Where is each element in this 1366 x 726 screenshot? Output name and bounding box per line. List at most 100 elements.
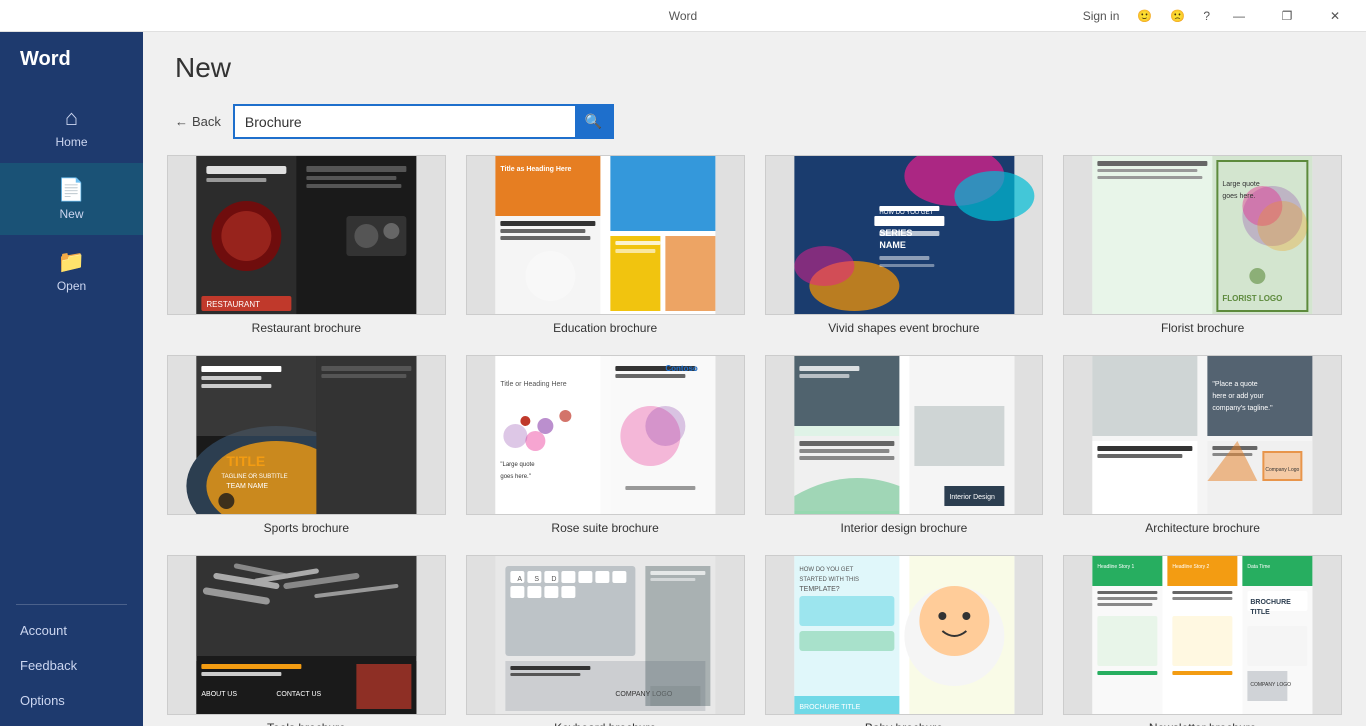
sign-in-button[interactable]: Sign in: [1077, 7, 1126, 25]
restore-button[interactable]: ❐: [1264, 0, 1310, 32]
sidebar-item-new[interactable]: 📄 New: [0, 163, 143, 235]
search-icon: 🔍: [585, 113, 602, 130]
search-row: ← Back 🔍: [143, 96, 1366, 155]
sidebar-bottom: Account Feedback Options: [0, 613, 143, 726]
template-name-keyboard: Keyboard brochure: [466, 721, 745, 726]
template-thumb-rose: Title or Heading Here "Large quote goes …: [466, 355, 745, 515]
svg-text:RESTAURANT: RESTAURANT: [206, 300, 260, 309]
template-thumb-florist: Large quote goes here. FLORIST LOGO: [1063, 155, 1342, 315]
svg-text:Interior Design: Interior Design: [949, 494, 995, 501]
svg-text:D: D: [551, 576, 556, 583]
template-baby[interactable]: HOW DO YOU GET STARTED WITH THIS TEMPLAT…: [765, 555, 1044, 726]
svg-text:FLORIST LOGO: FLORIST LOGO: [1223, 294, 1283, 303]
template-rose[interactable]: Title or Heading Here "Large quote goes …: [466, 355, 745, 535]
template-florist[interactable]: Large quote goes here. FLORIST LOGO Flor…: [1063, 155, 1342, 335]
sidebar-item-home[interactable]: ⌂ Home: [0, 91, 143, 163]
template-name-tools: Tools brochure: [167, 721, 446, 726]
svg-text:A: A: [517, 576, 522, 583]
back-arrow-icon: ←: [175, 114, 188, 129]
template-name-education: Education brochure: [466, 321, 745, 335]
sidebar-app-name: Word: [0, 32, 143, 91]
svg-text:TEMPLATE?: TEMPLATE?: [799, 586, 839, 593]
template-thumb-baby: HOW DO YOU GET STARTED WITH THIS TEMPLAT…: [765, 555, 1044, 715]
svg-text:S: S: [534, 576, 539, 583]
template-interior[interactable]: Interior Design Interior design brochure: [765, 355, 1044, 535]
templates-grid: RESTAURANT Restaurant brochure: [167, 155, 1342, 726]
content-header: New: [143, 32, 1366, 96]
template-thumb-architecture: "Place a quote here or add your company'…: [1063, 355, 1342, 515]
svg-text:Headline Story 1: Headline Story 1: [1098, 564, 1135, 570]
sidebar-nav: ⌂ Home 📄 New 📁 Open: [0, 91, 143, 596]
template-restaurant[interactable]: RESTAURANT Restaurant brochure: [167, 155, 446, 335]
svg-text:TEAM NAME: TEAM NAME: [226, 483, 268, 490]
new-doc-icon: 📄: [58, 177, 85, 203]
template-name-interior: Interior design brochure: [765, 521, 1044, 535]
sidebar-item-home-label: Home: [55, 135, 87, 149]
svg-text:HOW DO YOU GET: HOW DO YOU GET: [799, 567, 853, 573]
svg-text:TAGLINE OR SUBTITLE: TAGLINE OR SUBTITLE: [221, 474, 287, 480]
templates-scroll[interactable]: RESTAURANT Restaurant brochure: [143, 155, 1366, 726]
folder-icon: 📁: [58, 249, 85, 275]
template-name-vivid: Vivid shapes event brochure: [765, 321, 1044, 335]
sidebar-item-feedback[interactable]: Feedback: [0, 648, 143, 683]
svg-text:Title or Heading Here: Title or Heading Here: [500, 381, 566, 388]
emoji-frown-icon[interactable]: 🙁: [1164, 7, 1191, 25]
svg-text:CONTACT US: CONTACT US: [276, 691, 321, 698]
template-name-baby: Baby brochure: [765, 721, 1044, 726]
help-icon[interactable]: ?: [1197, 7, 1216, 25]
template-thumb-interior: Interior Design: [765, 355, 1044, 515]
svg-text:Large quote: Large quote: [1223, 181, 1260, 188]
svg-text:EVENT: EVENT: [879, 216, 910, 226]
search-input[interactable]: [235, 108, 575, 136]
template-thumb-keyboard: A S D COMPANY LOGO: [466, 555, 745, 715]
template-tools[interactable]: ABOUT US CONTACT US Tools brochure: [167, 555, 446, 726]
app-title: Word: [669, 9, 697, 23]
svg-text:NAME: NAME: [879, 240, 906, 250]
emoji-like-icon[interactable]: 🙂: [1131, 7, 1158, 25]
svg-text:"Large quote: "Large quote: [500, 462, 535, 468]
svg-text:"Place a quote: "Place a quote: [1213, 381, 1258, 388]
template-vivid[interactable]: HOW DO YOU GET EVENT SERIES NAME Vivid s…: [765, 155, 1044, 335]
svg-text:Headline Story 2: Headline Story 2: [1173, 564, 1210, 570]
svg-text:TITLE: TITLE: [226, 453, 265, 469]
svg-text:TITLE: TITLE: [1251, 609, 1271, 616]
search-box: 🔍: [233, 104, 614, 139]
svg-text:SERIES: SERIES: [879, 228, 912, 238]
template-thumb-restaurant: RESTAURANT: [167, 155, 446, 315]
sidebar-item-options[interactable]: Options: [0, 683, 143, 718]
template-education[interactable]: Title as Heading Here Education brochure: [466, 155, 745, 335]
window-controls: — ❐ ✕: [1216, 0, 1358, 32]
template-thumb-tools: ABOUT US CONTACT US: [167, 555, 446, 715]
template-thumb-sports: TITLE TAGLINE OR SUBTITLE TEAM NAME: [167, 355, 446, 515]
minimize-button[interactable]: —: [1216, 0, 1262, 32]
svg-text:BROCHURE TITLE: BROCHURE TITLE: [799, 704, 860, 711]
sidebar-item-account[interactable]: Account: [0, 613, 143, 648]
template-name-restaurant: Restaurant brochure: [167, 321, 446, 335]
sidebar-item-open[interactable]: 📁 Open: [0, 235, 143, 307]
template-keyboard[interactable]: A S D COMPANY LOGO: [466, 555, 745, 726]
search-button[interactable]: 🔍: [575, 106, 612, 137]
template-name-sports: Sports brochure: [167, 521, 446, 535]
template-sports[interactable]: TITLE TAGLINE OR SUBTITLE TEAM NAME Spor…: [167, 355, 446, 535]
template-thumb-vivid: HOW DO YOU GET EVENT SERIES NAME: [765, 155, 1044, 315]
template-name-architecture: Architecture brochure: [1063, 521, 1342, 535]
back-button[interactable]: ← Back: [175, 114, 221, 129]
template-newsletter[interactable]: Headline Story 1 Headline Story 2 Data T…: [1063, 555, 1342, 726]
svg-text:STARTED WITH THIS: STARTED WITH THIS: [799, 577, 859, 583]
svg-text:company's tagline.": company's tagline.": [1213, 405, 1274, 412]
svg-text:Company Logo: Company Logo: [1266, 467, 1300, 473]
sidebar: Word ⌂ Home 📄 New 📁 Open Account Feedbac…: [0, 32, 143, 726]
sidebar-item-new-label: New: [59, 207, 83, 221]
sidebar-item-open-label: Open: [57, 279, 86, 293]
template-thumb-newsletter: Headline Story 1 Headline Story 2 Data T…: [1063, 555, 1342, 715]
svg-text:goes here.": goes here.": [500, 474, 530, 480]
svg-text:COMPANY LOGO: COMPANY LOGO: [1251, 682, 1292, 688]
close-button[interactable]: ✕: [1312, 0, 1358, 32]
svg-text:here or add your: here or add your: [1213, 393, 1265, 400]
sidebar-divider: [16, 604, 127, 605]
svg-text:Title as Heading Here: Title as Heading Here: [500, 166, 571, 173]
svg-text:ABOUT US: ABOUT US: [201, 691, 237, 698]
title-bar: Word Sign in 🙂 🙁 ? — ❐ ✕: [0, 0, 1366, 32]
template-architecture[interactable]: "Place a quote here or add your company'…: [1063, 355, 1342, 535]
page-title: New: [175, 52, 1334, 84]
